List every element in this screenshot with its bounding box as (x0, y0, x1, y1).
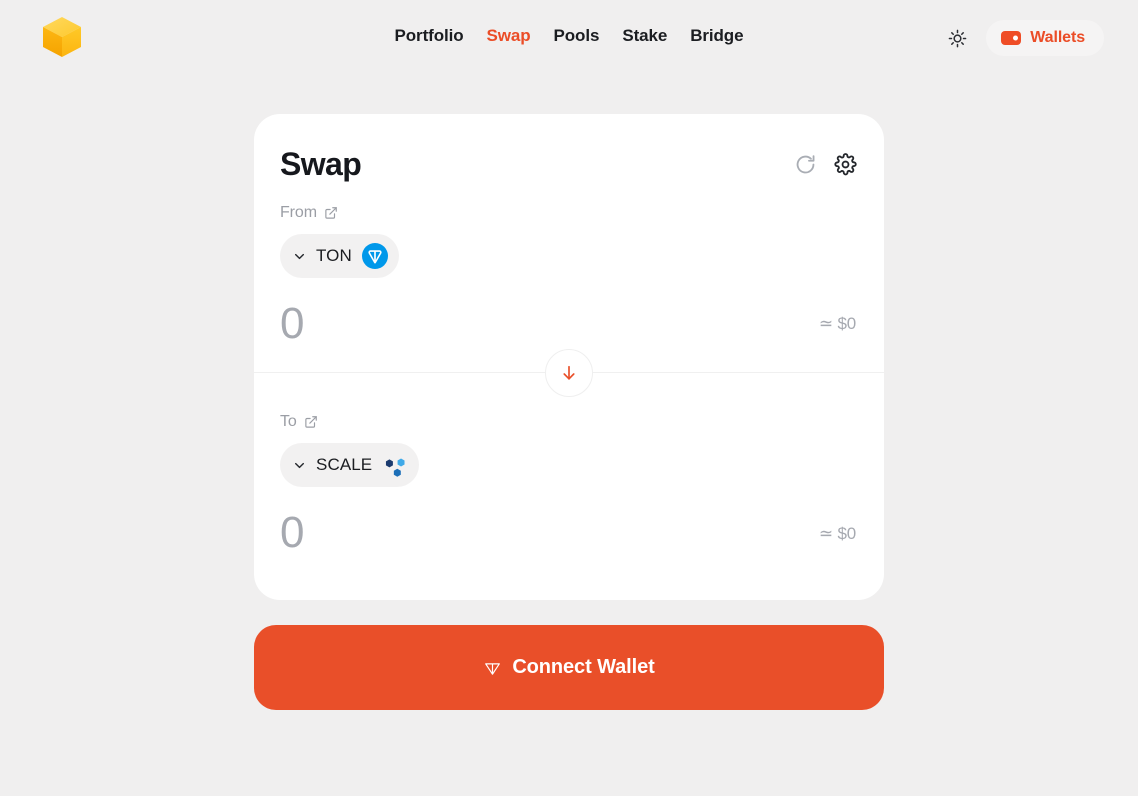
page-title: Swap (280, 146, 362, 182)
to-label: To (280, 413, 297, 431)
from-token-selector[interactable]: TON (280, 234, 399, 278)
app-header: Portfolio Swap Pools Stake Bridge Wallet… (0, 0, 1138, 74)
to-label-row: To (280, 413, 858, 431)
from-label-row: From (280, 204, 858, 222)
ton-token-icon (361, 243, 388, 269)
chevron-down-icon (295, 253, 304, 259)
chevron-down-icon (295, 462, 304, 468)
to-usd-value: ≃ $0 (818, 523, 856, 543)
from-amount-input[interactable] (280, 300, 660, 349)
wallet-icon (1001, 31, 1022, 45)
swap-card: Swap From TON 0 ≃ $0 To SCALE 0 ≃ $0 (254, 114, 884, 600)
swap-card-actions (792, 151, 858, 177)
from-label: From (280, 204, 317, 221)
header-right-controls: Wallets (942, 20, 1104, 56)
ton-diamond-icon (485, 663, 501, 675)
swap-to-section: To SCALE ≃ $0 (254, 373, 884, 599)
nav-item-stake[interactable]: Stake (622, 22, 667, 50)
connect-wallet-button[interactable]: Connect Wallet (254, 624, 884, 710)
main-content: Swap From TON 0 ≃ $0 To SCALE 0 ≃ $0 Con… (0, 74, 1138, 710)
to-token-selector[interactable]: SCALE (280, 443, 420, 488)
gear-icon (833, 152, 857, 175)
refresh-button[interactable] (792, 151, 818, 177)
from-token-symbol: TON (316, 246, 352, 265)
scale-token-icon (386, 458, 405, 478)
sun-icon (948, 29, 967, 47)
settings-button[interactable] (832, 151, 858, 177)
external-link-icon[interactable] (324, 206, 338, 220)
swap-from-section: From TON ≃ $0 (254, 204, 884, 372)
nav-item-pools[interactable]: Pools (554, 22, 600, 50)
nav-item-bridge[interactable]: Bridge (690, 22, 743, 50)
nav-item-portfolio[interactable]: Portfolio (395, 22, 464, 50)
swap-card-header: Swap (254, 114, 884, 186)
connect-wallet-label: Connect Wallet (512, 655, 655, 678)
to-token-symbol: SCALE (316, 455, 373, 475)
external-link-icon[interactable] (304, 415, 318, 429)
wallets-button-label: Wallets (1030, 29, 1085, 46)
to-amount-input[interactable] (280, 509, 660, 558)
from-usd-value: ≃ $0 (818, 314, 856, 334)
theme-toggle-button[interactable] (942, 23, 972, 53)
to-amount-row: ≃ $0 (280, 509, 858, 558)
refresh-icon (796, 154, 814, 173)
cube-logo-icon[interactable] (40, 14, 84, 60)
from-amount-row: ≃ $0 (280, 300, 858, 349)
nav-item-swap[interactable]: Swap (487, 22, 531, 50)
wallets-button[interactable]: Wallets (986, 20, 1104, 56)
